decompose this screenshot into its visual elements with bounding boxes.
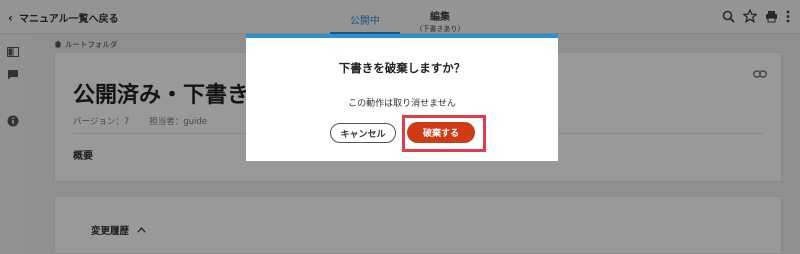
cancel-button[interactable]: キャンセル: [330, 123, 396, 143]
discard-button[interactable]: 破棄する: [407, 122, 475, 143]
dialog-message: この動作は取り消せません: [348, 99, 456, 109]
dialog-title: 下書きを破棄しますか？: [338, 61, 466, 75]
discard-draft-dialog: 下書きを破棄しますか？ この動作は取り消せません キャンセル 破棄する: [246, 34, 558, 161]
